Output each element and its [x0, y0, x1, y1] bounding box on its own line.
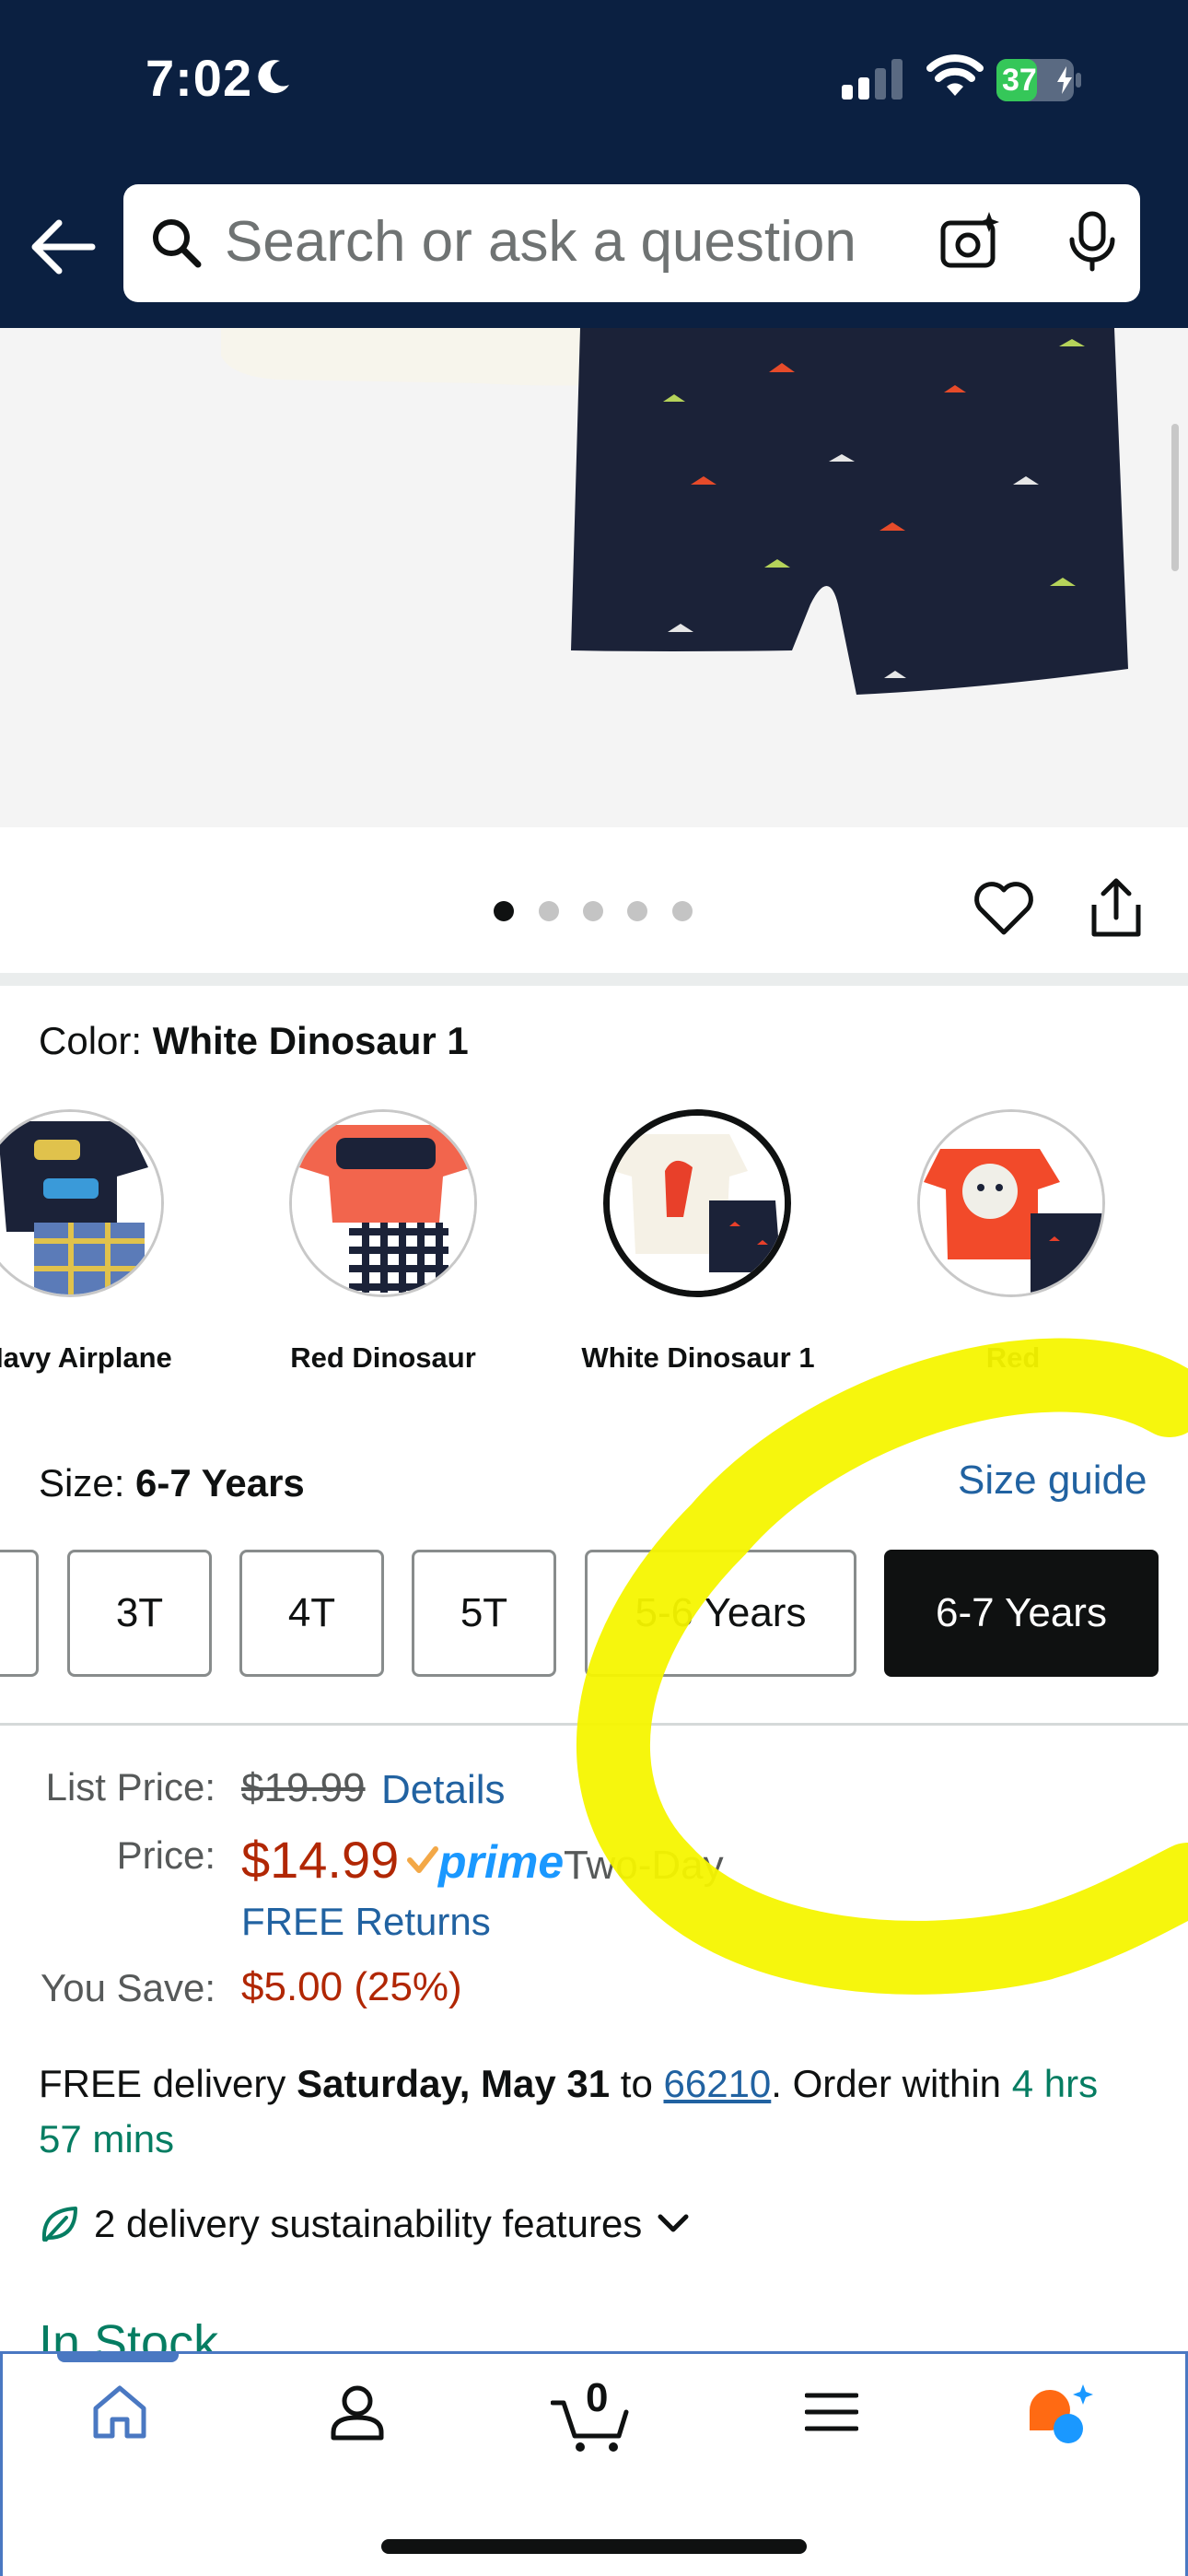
- details-link[interactable]: Details: [381, 1767, 506, 1813]
- color-swatch-red[interactable]: [917, 1109, 1105, 1297]
- share-icon[interactable]: [1089, 877, 1144, 938]
- image-scrollbar[interactable]: [1171, 424, 1179, 571]
- size-heading: Size: 6-7 Years: [39, 1461, 305, 1505]
- active-tab-indicator: [57, 2351, 179, 2362]
- shipping-speed: Two-Day: [564, 1843, 724, 1888]
- camera-search-icon[interactable]: [939, 210, 1002, 273]
- delivery-prefix: FREE delivery: [39, 2062, 286, 2105]
- status-time: 7:02: [146, 49, 253, 107]
- prime-check-icon: [407, 1846, 438, 1873]
- color-label: Color:: [39, 1019, 143, 1062]
- size-option[interactable]: 5T: [412, 1550, 556, 1677]
- moon-icon: [258, 60, 289, 94]
- delivery-to: to: [620, 2062, 653, 2105]
- menu-icon[interactable]: [805, 2383, 858, 2441]
- cellular-signal-icon: [842, 59, 903, 100]
- list-price: $19.99: [241, 1765, 366, 1810]
- delivery-date: Saturday, May 31: [297, 2062, 611, 2105]
- list-price-label: List Price:: [45, 1765, 215, 1809]
- you-save-label: You Save:: [41, 1966, 215, 2009]
- leaf-icon: [41, 2207, 77, 2242]
- selected-color: White Dinosaur 1: [152, 1019, 469, 1062]
- carousel-dot[interactable]: [583, 901, 603, 921]
- price-label: Price:: [116, 1833, 215, 1877]
- sustainability-text: 2 delivery sustainability features: [94, 2202, 643, 2245]
- color-heading: Color: White Dinosaur 1: [39, 1019, 469, 1063]
- size-label: Size:: [39, 1461, 125, 1505]
- section-divider: [0, 973, 1188, 986]
- size-option[interactable]: 5-6 Years: [585, 1550, 856, 1677]
- carousel-dot[interactable]: [672, 901, 693, 921]
- price: $14.99: [241, 1831, 400, 1889]
- size-option-selected[interactable]: 6-7 Years: [884, 1550, 1159, 1677]
- sustainability-features-toggle[interactable]: 2 delivery sustainability features: [39, 2202, 692, 2246]
- color-swatch-white-dinosaur-1[interactable]: [603, 1109, 791, 1297]
- back-arrow-icon[interactable]: [28, 217, 96, 276]
- microphone-icon[interactable]: [1066, 210, 1118, 273]
- section-divider: [0, 1723, 1188, 1726]
- charging-bolt-icon: [1057, 66, 1072, 94]
- chevron-down-icon: [658, 2214, 689, 2232]
- search-icon: [153, 219, 202, 268]
- size-guide-link[interactable]: Size guide: [958, 1458, 1147, 1504]
- color-option-label: Red Dinosaur: [290, 1341, 476, 1374]
- size-option[interactable]: 4T: [239, 1550, 384, 1677]
- account-icon[interactable]: [328, 2383, 387, 2441]
- order-within-text: . Order within: [771, 2062, 1002, 2105]
- free-returns-link[interactable]: FREE Returns: [241, 1900, 491, 1944]
- you-save-amount: $5.00 (25%): [241, 1964, 462, 2009]
- battery-level: 37: [1002, 63, 1037, 98]
- search-input[interactable]: [225, 205, 925, 278]
- heart-icon[interactable]: [973, 879, 1035, 938]
- size-option[interactable]: 3T: [67, 1550, 212, 1677]
- color-option-label: Red: [985, 1341, 1041, 1374]
- color-swatch-red-dinosaur[interactable]: [289, 1109, 477, 1297]
- color-option-label: Navy Airplane: [0, 1341, 172, 1374]
- carousel-dot[interactable]: [627, 901, 647, 921]
- wifi-icon: [926, 54, 984, 96]
- size-option-partial[interactable]: [0, 1550, 39, 1677]
- prime-logo: prime: [438, 1836, 565, 1888]
- carousel-dot[interactable]: [539, 901, 559, 921]
- selected-size: 6-7 Years: [135, 1461, 305, 1505]
- delivery-info: FREE delivery Saturday, May 31 to 66210.…: [39, 2056, 1144, 2167]
- color-option-label: White Dinosaur 1: [581, 1341, 815, 1374]
- carousel-dot[interactable]: [494, 901, 514, 921]
- zip-code-link[interactable]: 66210: [664, 2062, 772, 2105]
- battery-indicator: 37: [996, 59, 1081, 101]
- home-icon[interactable]: [90, 2383, 149, 2441]
- home-indicator: [381, 2539, 807, 2554]
- product-image[interactable]: [0, 328, 1188, 827]
- color-swatch-navy-airplane[interactable]: [0, 1109, 164, 1297]
- rufus-assistant-icon[interactable]: [1026, 2383, 1100, 2447]
- cart-count-badge: 0: [586, 2375, 609, 2420]
